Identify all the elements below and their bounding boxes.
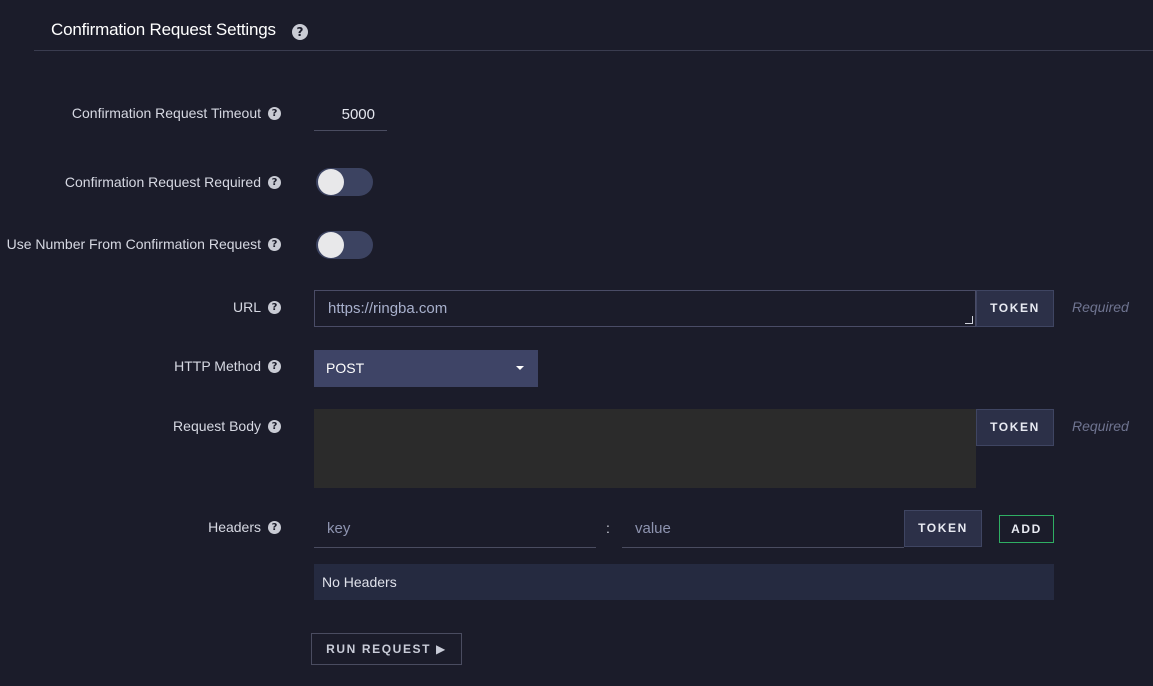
request-body-textarea[interactable]	[314, 409, 976, 488]
add-header-button[interactable]: ADD	[999, 515, 1054, 543]
body-token-button[interactable]: TOKEN	[976, 409, 1054, 446]
header-token-button[interactable]: TOKEN	[904, 510, 982, 547]
url-value: https://ringba.com	[328, 300, 448, 317]
timeout-input[interactable]: 5000	[314, 98, 387, 131]
toggle-knob	[318, 232, 344, 258]
section-title: Confirmation Request Settings	[51, 20, 276, 39]
run-request-button[interactable]: RUN REQUEST ▶	[311, 633, 462, 665]
header-key-input[interactable]: key	[314, 510, 596, 548]
body-required-hint: Required	[1072, 418, 1129, 434]
confirmation-required-toggle[interactable]	[316, 168, 373, 196]
caret-down-icon	[516, 366, 524, 370]
http-method-label: HTTP Method	[174, 358, 261, 374]
question-circle-icon[interactable]: ?	[268, 107, 281, 120]
headers-empty-state: No Headers	[314, 564, 1054, 600]
confirmation-required-label: Confirmation Request Required	[64, 174, 261, 190]
header-value-input[interactable]: value	[622, 510, 904, 548]
question-circle-icon[interactable]: ?	[268, 360, 281, 373]
confirmation-request-settings-panel: Confirmation Request Settings ? Confirma…	[0, 0, 1153, 686]
question-circle-icon[interactable]: ?	[268, 301, 281, 314]
url-label: URL	[232, 299, 261, 315]
http-method-select[interactable]: POST	[314, 350, 538, 387]
resize-grip-icon[interactable]	[965, 316, 973, 324]
timeout-label: Confirmation Request Timeout	[71, 105, 261, 121]
url-input[interactable]: https://ringba.com	[314, 290, 976, 327]
url-token-button[interactable]: TOKEN	[976, 290, 1054, 327]
toggle-knob	[318, 169, 344, 195]
question-circle-icon[interactable]: ?	[268, 238, 281, 251]
use-number-toggle[interactable]	[316, 231, 373, 259]
header-separator: :	[606, 520, 610, 536]
request-body-label: Request Body	[173, 418, 261, 434]
question-circle-icon[interactable]: ?	[268, 420, 281, 433]
question-circle-icon[interactable]: ?	[292, 24, 308, 40]
headers-label: Headers	[208, 519, 261, 535]
http-method-value: POST	[326, 360, 365, 376]
question-circle-icon[interactable]: ?	[268, 176, 281, 189]
url-required-hint: Required	[1072, 299, 1129, 315]
section-header: Confirmation Request Settings ?	[34, 0, 1153, 51]
use-number-label: Use Number From Confirmation Request	[6, 236, 261, 252]
question-circle-icon[interactable]: ?	[268, 521, 281, 534]
